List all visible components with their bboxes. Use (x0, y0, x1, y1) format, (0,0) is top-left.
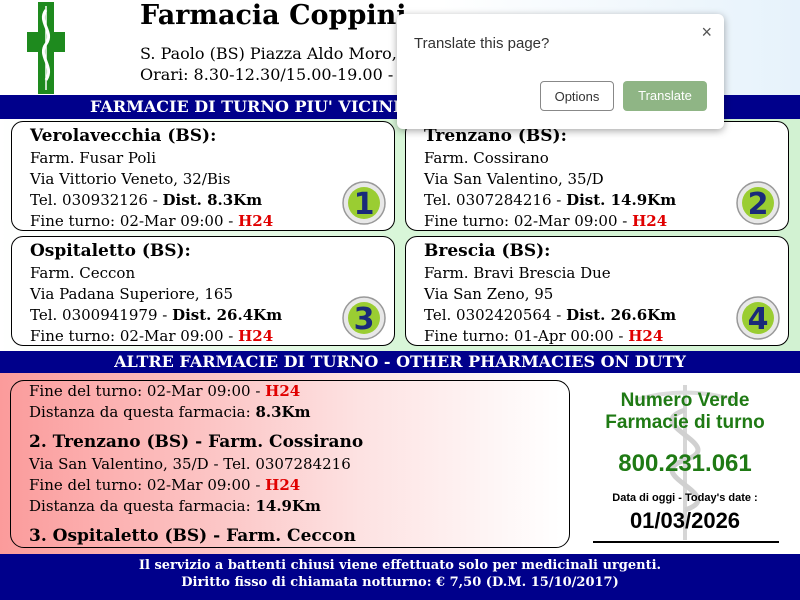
card-tel-line: Tel. 0307284216 - Dist. 14.9Km (424, 190, 770, 211)
numero-verde-title: Numero Verde (620, 390, 750, 411)
list-h24: H24 (265, 382, 301, 400)
card-shift-line: Fine turno: 02-Mar 09:00 - H24 (424, 211, 770, 232)
rank-badge-2-icon: 2 (736, 181, 780, 225)
pharmacy-card-4: Brescia (BS): Farm. Bravi Brescia Due Vi… (405, 236, 789, 346)
card-tel-line: Tel. 030932126 - Dist. 8.3Km (30, 190, 376, 211)
card-pharmacy-name: Farm. Ceccon (30, 264, 136, 282)
card-street: Via San Valentino, 35/D (424, 170, 604, 188)
svg-text:1: 1 (354, 187, 375, 222)
card-tel-line: Tel. 0300941979 - Dist. 26.4Km (30, 305, 376, 326)
card-h24: H24 (238, 327, 274, 345)
card-shift: Fine turno: 01-Apr 00:00 - (424, 327, 629, 345)
card-h24: H24 (632, 212, 668, 230)
pharmacy-address: S. Paolo (BS) Piazza Aldo Moro, 24 (140, 44, 423, 63)
page-footer: Il servizio a battenti chiusi viene effe… (0, 554, 800, 600)
card-pharmacy-name: Farm. Bravi Brescia Due (424, 264, 611, 282)
list-item-street: Via San Valentino, 35/D - Tel. 030728421… (29, 455, 351, 473)
card-distance: Dist. 26.4Km (172, 306, 283, 324)
list-item-distance: Distanza da questa farmacia: 14.9Km (29, 496, 551, 517)
card-pharmacy-name: Farm. Cossirano (424, 149, 549, 167)
card-tel: Tel. 030932126 - (30, 191, 163, 209)
card-city: Brescia (BS): (424, 241, 551, 261)
card-shift: Fine turno: 02-Mar 09:00 - (424, 212, 633, 230)
list-distance-value: 8.3Km (255, 403, 311, 421)
footer-line-1: Il servizio a battenti chiusi viene effe… (138, 558, 662, 573)
card-street: Via Vittorio Veneto, 32/Bis (30, 170, 231, 188)
svg-text:3: 3 (354, 302, 375, 337)
list-shift-label: Fine del turno: 02-Mar 09:00 - (29, 382, 266, 400)
list-distance-value: 14.9Km (255, 497, 321, 515)
translate-question: Translate this page? (414, 35, 550, 52)
card-distance: Dist. 14.9Km (566, 191, 677, 209)
svg-text:2: 2 (748, 187, 769, 222)
card-city: Ospitaletto (BS): (30, 241, 191, 261)
numero-verde-panel: Numero Verde Farmacie di turno 800.231.0… (590, 380, 780, 545)
card-tel: Tel. 0300941979 - (30, 306, 173, 324)
pharmacy-card-3: Ospitaletto (BS): Farm. Ceccon Via Padan… (11, 236, 395, 346)
card-distance: Dist. 26.6Km (566, 306, 677, 324)
card-distance: Dist. 8.3Km (162, 191, 263, 209)
other-pharmacies-heading: ALTRE FARMACIE DI TURNO - OTHER PHARMACI… (0, 351, 800, 373)
todays-date-label: Data di oggi - Today's date : (612, 492, 758, 504)
numero-verde-number[interactable]: 800.231.061 (590, 450, 780, 478)
card-shift-line: Fine turno: 02-Mar 09:00 - H24 (30, 211, 376, 232)
list-shift-label: Fine del turno: 02-Mar 09:00 - (29, 476, 266, 494)
card-shift-line: Fine turno: 01-Apr 00:00 - H24 (424, 326, 770, 347)
pharmacy-card-1: Verolavecchia (BS): Farm. Fusar Poli Via… (11, 121, 395, 231)
card-pharmacy-name: Farm. Fusar Poli (30, 149, 157, 167)
pharmacy-card-2: Trenzano (BS): Farm. Cossirano Via San V… (405, 121, 789, 231)
list-distance-label: Distanza da questa farmacia: (29, 403, 256, 421)
card-shift: Fine turno: 02-Mar 09:00 - (30, 327, 239, 345)
list-item-shift: Fine del turno: 02-Mar 09:00 - H24 (29, 475, 551, 496)
rank-badge-3-icon: 3 (342, 296, 386, 340)
todays-date: 01/03/2026 (629, 508, 741, 533)
numero-verde-subtitle: Farmacie di turno (605, 412, 765, 433)
card-street: Via Padana Superiore, 165 (30, 285, 233, 303)
list-h24: H24 (265, 476, 301, 494)
options-button[interactable]: Options (540, 81, 614, 111)
svg-text:4: 4 (748, 302, 769, 337)
translate-button[interactable]: Translate (623, 81, 707, 111)
pharmacy-cross-logo-icon (27, 2, 65, 94)
divider (593, 541, 779, 543)
close-icon[interactable]: × (701, 22, 712, 43)
other-pharmacies-list[interactable]: Fine del turno: 02-Mar 09:00 - H24 Dista… (10, 380, 570, 548)
card-tel-line: Tel. 0302420564 - Dist. 26.6Km (424, 305, 770, 326)
rank-badge-1-icon: 1 (342, 181, 386, 225)
rank-badge-4-icon: 4 (736, 296, 780, 340)
list-item-distance: Distanza da questa farmacia: 8.3Km (29, 402, 551, 423)
pharmacy-hours: Orari: 8.30-12.30/15.00-19.00 - Chiu (140, 65, 437, 84)
card-city: Verolavecchia (BS): (30, 126, 217, 146)
card-h24: H24 (238, 212, 274, 230)
pharmacy-title: Farmacia Coppini (140, 0, 407, 31)
list-distance-label: Distanza da questa farmacia: (29, 497, 256, 515)
nearest-pharmacies-heading: FARMACIE DI TURNO PIU' VICINE - (90, 97, 418, 116)
card-shift: Fine turno: 02-Mar 09:00 - (30, 212, 239, 230)
card-h24: H24 (628, 327, 664, 345)
list-item-title: 2. Trenzano (BS) - Farm. Cossirano (29, 432, 364, 452)
list-item-title: 3. Ospitaletto (BS) - Farm. Ceccon (29, 526, 356, 546)
card-shift-line: Fine turno: 02-Mar 09:00 - H24 (30, 326, 376, 347)
footer-line-2: Diritto fisso di chiamata notturno: € 7,… (181, 575, 619, 590)
card-tel: Tel. 0307284216 - (424, 191, 567, 209)
translate-popup: Translate this page? × Options Translate (397, 14, 724, 129)
card-street: Via San Zeno, 95 (424, 285, 554, 303)
list-item-shift: Fine del turno: 02-Mar 09:00 - H24 (29, 381, 551, 402)
card-tel: Tel. 0302420564 - (424, 306, 567, 324)
